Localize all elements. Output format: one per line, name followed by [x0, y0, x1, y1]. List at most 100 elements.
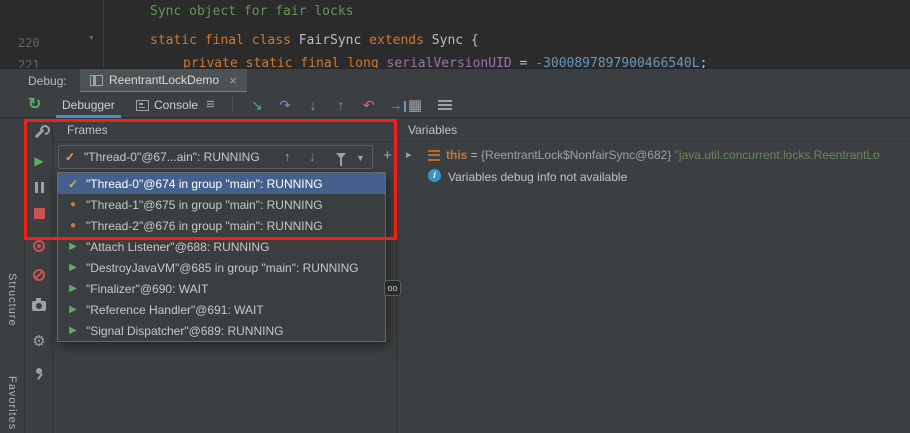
code-keyword: private static final long: [183, 56, 387, 68]
line-number: 220: [18, 36, 40, 50]
debug-toolwindow-header: Debug: ReentrantLockDemo ×: [0, 68, 910, 93]
code-comment: Sync object for fair locks: [150, 4, 354, 19]
chevron-right-icon[interactable]: ▸: [406, 148, 412, 161]
view-options-icon[interactable]: [438, 100, 452, 110]
variable-type-ref: {ReentrantLock$NonfairSync@682}: [481, 148, 675, 162]
breakpoint-ring-icon: [33, 240, 45, 252]
previous-frame-icon[interactable]: ↑: [284, 149, 291, 164]
debugger-toolbar: ↻ Debugger Console ≡ ↘ ↷ ↓ ↑ ↶ → ▦: [0, 92, 910, 118]
restore-layout-icon[interactable]: ▦: [408, 96, 422, 114]
thread-label: "Thread-1"@675 in group "main": RUNNING: [86, 197, 323, 212]
thread-list-item[interactable]: ▶ "Signal Dispatcher"@689: RUNNING: [58, 320, 385, 341]
step-into-icon[interactable]: ↓: [302, 94, 324, 116]
thread-list-item[interactable]: ▶ "Reference Handler"@691: WAIT: [58, 299, 385, 320]
thread-list-item[interactable]: ▶ "DestroyJavaVM"@685 in group "main": R…: [58, 257, 385, 278]
drop-frame-icon[interactable]: ↶: [358, 94, 380, 116]
thread-running-icon: ▶: [69, 325, 77, 336]
view-breakpoints-icon[interactable]: [25, 240, 53, 252]
thread-running-icon: ▶: [69, 283, 77, 294]
thread-dropdown-popup: ✓ "Thread-0"@674 in group "main": RUNNIN…: [57, 172, 386, 342]
wrench-icon: [32, 126, 46, 140]
thread-running-icon: ▶: [69, 304, 77, 315]
session-tab-label: ReentrantLockDemo: [109, 73, 220, 87]
thread-list-item[interactable]: ● "Thread-2"@676 in group "main": RUNNIN…: [58, 215, 385, 236]
show-execution-point-icon[interactable]: ↘: [246, 94, 268, 116]
debug-header-label: Debug:: [28, 74, 67, 88]
thread-dot-icon: ●: [69, 199, 77, 210]
stop-icon[interactable]: [25, 208, 53, 219]
code-number: -3000897897900466540L: [535, 56, 700, 68]
chevron-down-icon[interactable]: ▼: [356, 153, 365, 163]
thread-list-item[interactable]: ▶ "Attach Listener"@688: RUNNING: [58, 236, 385, 257]
line-number: 221: [18, 58, 40, 68]
toolbar-separator: [232, 97, 233, 113]
info-icon: i: [428, 169, 441, 182]
thread-selector-combo[interactable]: ✓ "Thread-0"@67...ain": RUNNING ↑ ↓ ▼: [58, 145, 373, 169]
variable-row-this[interactable]: ▸ this = {ReentrantLock$NonfairSync@682}…: [398, 145, 910, 165]
equals-sign: =: [467, 148, 482, 162]
code-line: static final class FairSync extends Sync…: [150, 33, 479, 48]
selected-thread-label: "Thread-0"@67...ain": RUNNING: [84, 150, 260, 164]
debug-session-icon: [90, 74, 103, 86]
memory-view-badge[interactable]: oo: [384, 280, 401, 296]
session-tab[interactable]: ReentrantLockDemo ×: [80, 69, 247, 93]
variables-info-text: Variables debug info not available: [448, 170, 628, 184]
thread-dot-icon: ●: [69, 220, 77, 231]
code-identifier: Sync {: [431, 33, 479, 48]
code-editor[interactable]: 220 221 ▾ Sync object for fair locks sta…: [0, 0, 910, 68]
filter-frames-icon[interactable]: [336, 153, 346, 166]
thread-list-item[interactable]: ▶ "Finalizer"@690: WAIT: [58, 278, 385, 299]
pause-bars-icon: [34, 182, 44, 193]
variable-name: this: [446, 148, 468, 162]
gear-icon[interactable]: ⚙: [25, 332, 53, 350]
variable-value-text: this = {ReentrantLock$NonfairSync@682} "…: [446, 148, 880, 162]
stop-square-icon: [33, 208, 45, 219]
camera-icon: [32, 298, 46, 311]
tab-console[interactable]: Console: [126, 92, 208, 118]
thread-label: "Thread-0"@674 in group "main": RUNNING: [86, 176, 323, 191]
fold-marker-icon[interactable]: ▾: [88, 31, 95, 44]
thread-label: "Reference Handler"@691: WAIT: [86, 302, 264, 317]
frames-header: Frames: [53, 118, 396, 142]
thread-running-icon: ▶: [69, 241, 77, 252]
check-icon: ✓: [67, 176, 79, 191]
plus-icon[interactable]: +: [383, 147, 392, 164]
gutter-separator: [103, 0, 104, 68]
step-out-icon[interactable]: ↑: [330, 94, 352, 116]
variables-header: Variables: [398, 118, 910, 142]
mute-circle-icon: [33, 269, 45, 281]
layout-menu-icon[interactable]: ≡: [206, 96, 215, 113]
tab-debugger[interactable]: Debugger: [52, 92, 125, 118]
toolwindow-stripe: Structure Favorites: [0, 118, 25, 433]
current-thread-check-icon: ✓: [65, 150, 76, 164]
code-identifier: FairSync: [298, 33, 370, 48]
next-frame-icon[interactable]: ↓: [309, 149, 316, 164]
thread-dump-camera-icon[interactable]: [25, 298, 53, 311]
settings-wrench-icon[interactable]: [25, 126, 53, 141]
tab-debugger-label: Debugger: [62, 98, 115, 112]
sidebar-item-favorites[interactable]: Favorites: [6, 376, 18, 430]
thread-label: "DestroyJavaVM"@685 in group "main": RUN…: [86, 260, 359, 275]
thread-list-item[interactable]: ● "Thread-1"@675 in group "main": RUNNIN…: [58, 194, 385, 215]
pause-icon[interactable]: [25, 182, 53, 193]
code-punctuation: ;: [699, 56, 708, 68]
pin-glyph-icon: [32, 367, 46, 381]
run-to-cursor-icon[interactable]: →: [386, 94, 408, 116]
variables-panel: Variables ▸ this = {ReentrantLock$Nonfai…: [398, 118, 910, 433]
mute-breakpoints-icon[interactable]: [25, 269, 53, 281]
pin-icon[interactable]: [25, 367, 53, 381]
step-over-icon[interactable]: ↷: [274, 94, 296, 116]
rerun-icon[interactable]: ↻: [28, 94, 41, 114]
code-keyword: extends: [369, 33, 432, 48]
sidebar-item-structure[interactable]: Structure: [6, 273, 18, 327]
close-icon[interactable]: ×: [229, 73, 237, 88]
thread-label: "Finalizer"@690: WAIT: [86, 281, 209, 296]
thread-label: "Signal Dispatcher"@689: RUNNING: [86, 323, 284, 338]
thread-list-item[interactable]: ✓ "Thread-0"@674 in group "main": RUNNIN…: [58, 173, 385, 194]
code-operator: =: [519, 56, 536, 68]
tab-console-label: Console: [154, 98, 199, 112]
thread-running-icon: ▶: [69, 262, 77, 273]
debug-action-bar: ▶ ⚙: [25, 118, 53, 433]
resume-icon[interactable]: ▶: [25, 154, 53, 168]
code-field: serialVersionUID: [386, 56, 520, 68]
